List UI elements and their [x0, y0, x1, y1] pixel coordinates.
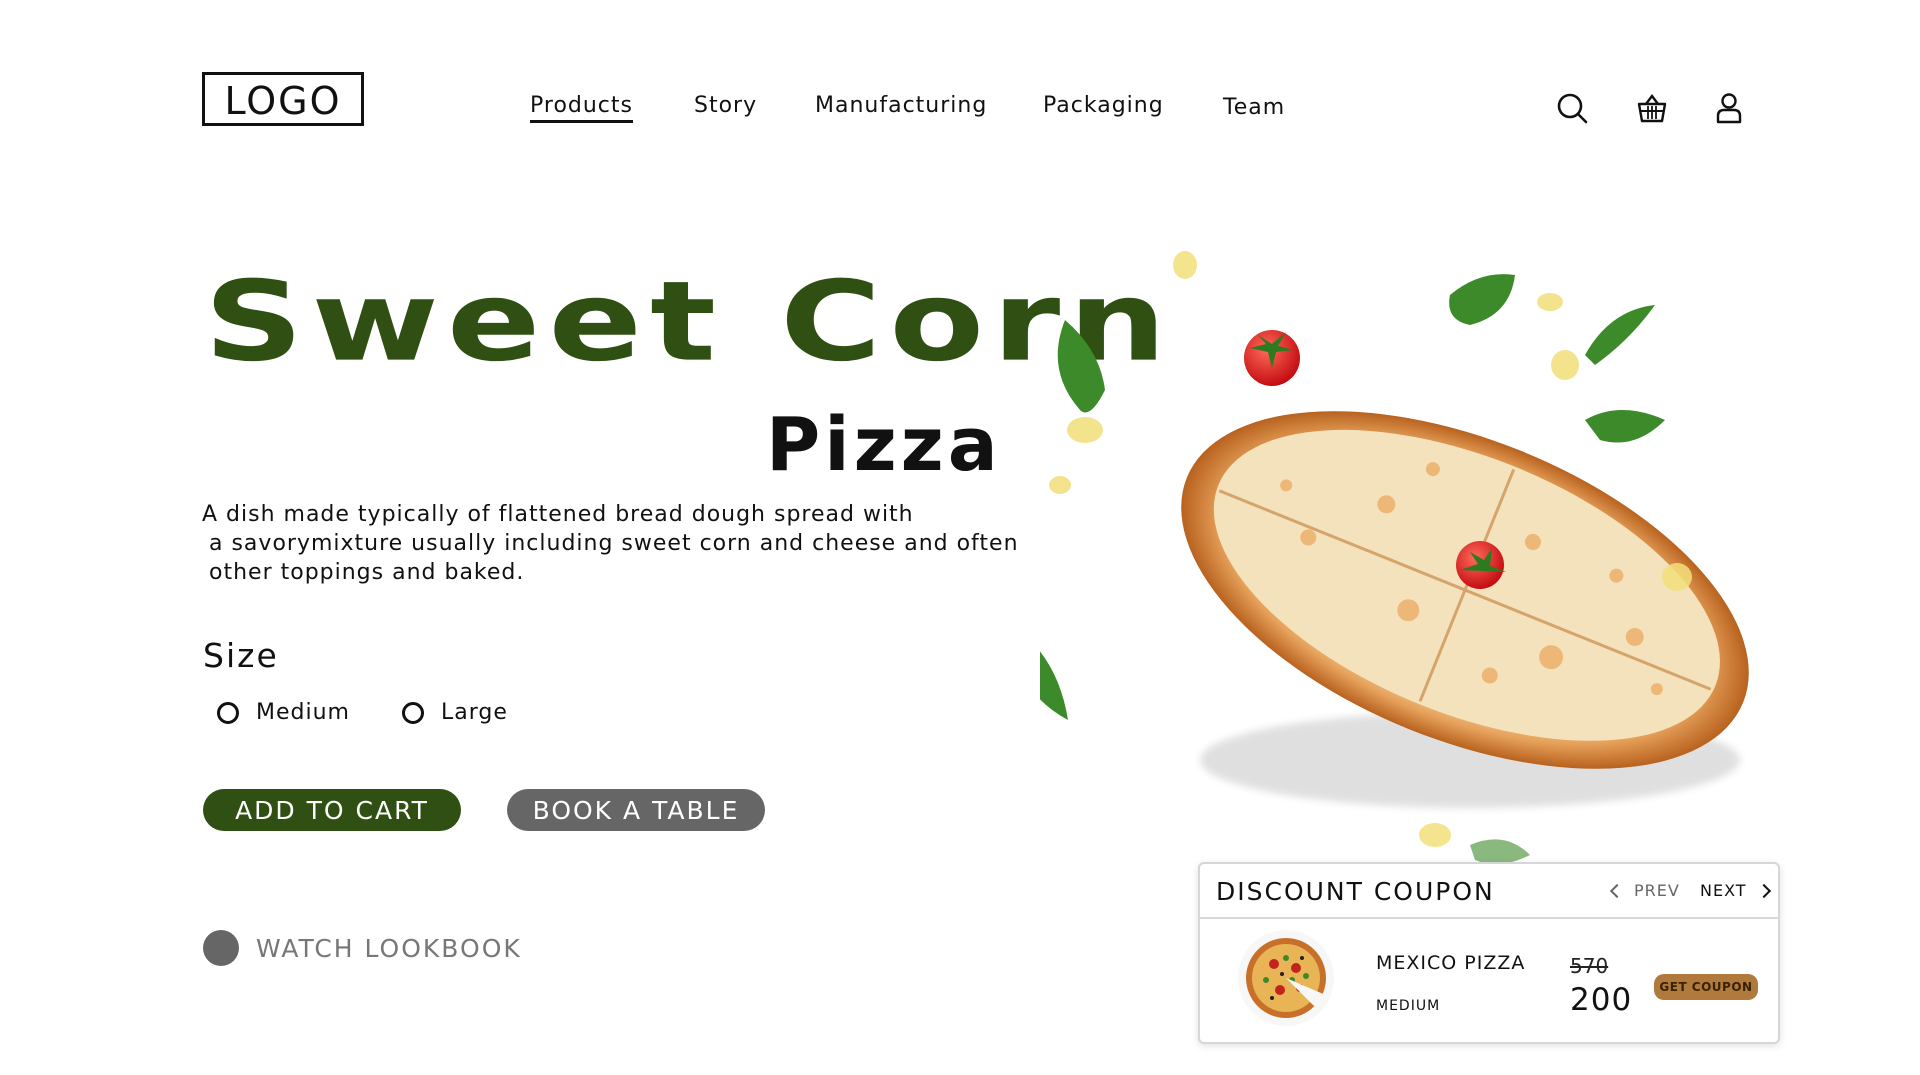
search-icon[interactable] — [1556, 92, 1588, 124]
user-icon[interactable] — [1713, 92, 1745, 124]
nav-products[interactable]: Products — [530, 93, 633, 123]
radio-button[interactable] — [217, 701, 239, 724]
watch-lookbook-label: WATCH LOOKBOOK — [256, 933, 522, 963]
coupon-prev-button[interactable]: PREV — [1609, 881, 1680, 900]
size-option-label: Medium — [256, 700, 350, 725]
coupon-title: DISCOUNT COUPON — [1216, 877, 1495, 906]
nav-team[interactable]: Team — [1223, 95, 1285, 120]
get-coupon-button[interactable]: GET COUPON — [1654, 974, 1758, 1000]
coupon-item-size: MEDIUM — [1376, 998, 1441, 1014]
basket-icon[interactable] — [1636, 92, 1668, 124]
nav-packaging[interactable]: Packaging — [1043, 93, 1164, 118]
play-dot-icon — [203, 930, 239, 966]
logo[interactable]: LOGO — [202, 72, 364, 126]
size-option-medium[interactable]: Medium — [217, 700, 350, 725]
mexico-pizza-thumbnail — [1238, 930, 1334, 1026]
description-line: other toppings and baked. — [209, 560, 525, 585]
chevron-right-icon — [1756, 883, 1771, 898]
watch-lookbook-link[interactable]: WATCH LOOKBOOK — [203, 930, 522, 966]
size-label: Size — [203, 636, 279, 675]
prev-label: PREV — [1634, 881, 1680, 900]
discount-coupon-card: DISCOUNT COUPON PREV NEXT MEXICO PIZZA M… — [1198, 862, 1780, 1044]
hero-subtitle: Pizza — [766, 402, 1002, 488]
nav-story[interactable]: Story — [694, 93, 757, 118]
nav-manufacturing[interactable]: Manufacturing — [815, 93, 987, 118]
next-label: NEXT — [1700, 881, 1747, 900]
coupon-next-button[interactable]: NEXT — [1700, 881, 1771, 900]
coupon-header: DISCOUNT COUPON PREV NEXT — [1200, 864, 1778, 919]
size-option-label: Large — [441, 700, 508, 725]
product-description: A dish made typically of flattened bread… — [202, 500, 1052, 587]
add-to-cart-button[interactable]: ADD TO CART — [203, 789, 461, 831]
coupon-old-price: 570 — [1570, 954, 1609, 978]
description-line: A dish made typically of flattened bread… — [202, 502, 914, 527]
description-line: a savorymixture usually including sweet … — [209, 531, 1019, 556]
coupon-new-price: 200 — [1570, 982, 1633, 1018]
coupon-item-name: MEXICO PIZZA — [1376, 952, 1526, 974]
radio-button[interactable] — [402, 701, 424, 724]
hero-title: Sweet Corn — [204, 257, 1175, 386]
size-option-large[interactable]: Large — [402, 700, 508, 725]
chevron-left-icon — [1609, 883, 1625, 898]
book-table-button[interactable]: BOOK A TABLE — [507, 789, 765, 831]
